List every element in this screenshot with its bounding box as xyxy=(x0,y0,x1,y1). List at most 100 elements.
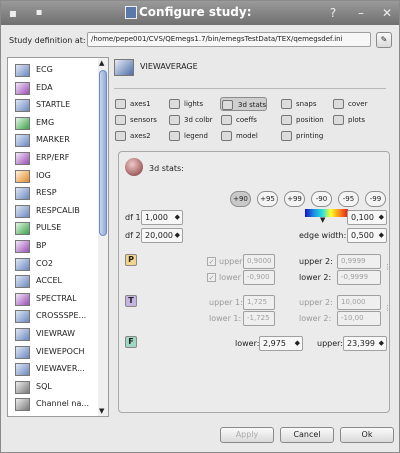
tool-label: 3d colbr xyxy=(184,116,213,124)
list-item-label: CROSSSPE... xyxy=(36,311,87,321)
spin-arrows-icon[interactable]: ◆ xyxy=(379,229,384,242)
tool-model[interactable]: model xyxy=(220,129,258,143)
tool-label: model xyxy=(236,132,258,140)
list-item-label: STARTLE xyxy=(36,100,71,110)
lower-checkbox[interactable]: ✓ xyxy=(207,273,216,282)
p-button[interactable]: P xyxy=(125,254,137,266)
tool-label: cover xyxy=(348,100,368,108)
spin-arrows-icon[interactable]: ◆ xyxy=(175,229,180,242)
upper-checkbox[interactable]: ✓ xyxy=(207,257,216,266)
percentile-button[interactable]: +99 xyxy=(284,191,305,207)
respcalib-icon xyxy=(15,204,30,218)
percentile-button[interactable]: -90 xyxy=(311,191,332,207)
upper-field[interactable]: 0,9000 xyxy=(243,254,275,269)
tool-snaps[interactable]: snaps xyxy=(280,97,316,111)
f-upper-value: 23,399 xyxy=(347,339,375,348)
tool-position[interactable]: position xyxy=(280,113,324,127)
lower2-field[interactable]: -0,9999 xyxy=(337,270,381,285)
scroll-thumb[interactable] xyxy=(99,70,107,236)
list-item-label: EMG xyxy=(36,117,55,127)
scroll-down-icon[interactable]: ▼ xyxy=(99,407,104,415)
df2-spinbox[interactable]: 20,000 ◆ xyxy=(141,228,183,243)
edge-width-spinbox[interactable]: 0,500 ◆ xyxy=(347,228,387,243)
module-list[interactable]: ECG EDA STARTLE EMG MARKER ERP/ERF IOG RESP RESP… xyxy=(7,57,109,417)
df1-value: 1,000 xyxy=(145,213,168,222)
spin-arrows-icon[interactable]: ◆ xyxy=(175,211,180,224)
tool-label: lights xyxy=(184,100,204,108)
apply-button[interactable]: Apply xyxy=(220,427,274,443)
cancel-button[interactable]: Cancel xyxy=(280,427,334,443)
drag-handle-icon[interactable]: ⋮ xyxy=(384,263,391,271)
f-lower-spinbox[interactable]: 2,975 ◆ xyxy=(259,336,303,351)
spectral-icon xyxy=(15,292,30,306)
spin-arrows-icon[interactable]: ◆ xyxy=(379,211,384,224)
app-icon xyxy=(125,6,137,19)
tool-printing[interactable]: printing xyxy=(280,129,323,143)
t-lower2-label: lower 2: xyxy=(299,314,332,323)
list-item[interactable]: Channel na... xyxy=(12,395,94,415)
tool-cover[interactable]: cover xyxy=(332,97,367,111)
help-button[interactable]: ? xyxy=(325,5,341,21)
f-upper-spinbox[interactable]: 23,399 ◆ xyxy=(343,336,387,351)
list-item-label: Channel na... xyxy=(36,399,89,409)
df2-value: 20,000 xyxy=(145,231,173,240)
t-upper1-field[interactable]: 1,725 xyxy=(243,295,275,310)
t-upper2-label: upper 2: xyxy=(299,298,333,307)
tool-legend[interactable]: legend xyxy=(168,129,208,143)
tool-plots[interactable]: plots xyxy=(332,113,365,127)
close-button[interactable]: ✕ xyxy=(379,5,395,21)
module-list-scrollbar[interactable]: ▲ ▼ xyxy=(98,58,108,416)
3d-stats-icon xyxy=(125,158,143,176)
t-upper2-field[interactable]: 10,000 xyxy=(337,295,381,310)
percentile-button[interactable]: +95 xyxy=(257,191,278,207)
tool-lights[interactable]: lights xyxy=(168,97,203,111)
tool-coeffs[interactable]: coeffs xyxy=(220,113,257,127)
channel-icon xyxy=(15,398,30,412)
t-lower1-field[interactable]: -1,725 xyxy=(243,311,275,326)
study-path-field[interactable]: /home/pepe001/CVS/QEmegs1.7/bin/emegsTes… xyxy=(87,32,371,47)
window-title: Configure study: xyxy=(139,5,252,19)
percentile-button[interactable]: -95 xyxy=(338,191,359,207)
upper2-field[interactable]: 0,9999 xyxy=(337,254,381,269)
viewepoch-icon xyxy=(15,345,30,359)
model-icon xyxy=(221,131,232,141)
lower1-label: lower 1: xyxy=(209,314,242,323)
tool-axes2[interactable]: axes2 xyxy=(114,129,151,143)
legend-icon xyxy=(169,131,180,141)
t-button[interactable]: T xyxy=(125,295,137,307)
tool-3d-colbr[interactable]: 3d colbr xyxy=(168,113,213,127)
ok-button[interactable]: Ok xyxy=(340,427,394,443)
drag-handle-icon[interactable]: ⋮ xyxy=(384,304,391,312)
threshold-spinbox[interactable]: 0,100 ◆ xyxy=(347,210,387,225)
t-lower2-field[interactable]: -10,00 xyxy=(337,311,381,326)
tool-axes1[interactable]: axes1 xyxy=(114,97,151,111)
list-item-label: RESP xyxy=(36,188,57,198)
lower-field[interactable]: -0,900 xyxy=(243,270,275,285)
tool-3d-stats[interactable]: 3d stats xyxy=(220,97,268,111)
window-menu-icon[interactable]: ▪ xyxy=(5,5,21,21)
percentile-button[interactable]: +90 xyxy=(230,191,251,207)
window-menu-icon-2[interactable]: ▪ xyxy=(31,5,47,21)
minimize-button[interactable]: – xyxy=(353,5,369,21)
spin-arrows-icon[interactable]: ◆ xyxy=(379,337,384,350)
f-button[interactable]: F xyxy=(125,336,137,348)
df1-spinbox[interactable]: 1,000 ◆ xyxy=(141,210,183,225)
list-item-label: IOG xyxy=(36,170,51,180)
spin-arrows-icon[interactable]: ◆ xyxy=(295,337,300,350)
viewraw-icon xyxy=(15,328,30,341)
marker-icon xyxy=(15,134,30,148)
f-lower-value: 2,975 xyxy=(263,339,286,348)
erp-icon xyxy=(15,152,30,165)
tool-label: printing xyxy=(296,132,324,140)
snaps-icon xyxy=(281,99,292,109)
bp-icon xyxy=(15,240,30,253)
list-item-label: MARKER xyxy=(36,135,70,145)
study-definition-label: Study definition at: xyxy=(9,36,86,45)
list-item-label: BP xyxy=(36,241,47,250)
edit-path-button[interactable]: ✎ xyxy=(376,32,392,48)
sensors-icon xyxy=(115,115,126,125)
f-lower-label: lower: xyxy=(235,339,260,348)
percentile-button[interactable]: -99 xyxy=(365,191,386,207)
tool-sensors[interactable]: sensors xyxy=(114,113,157,127)
scroll-up-icon[interactable]: ▲ xyxy=(99,59,104,67)
